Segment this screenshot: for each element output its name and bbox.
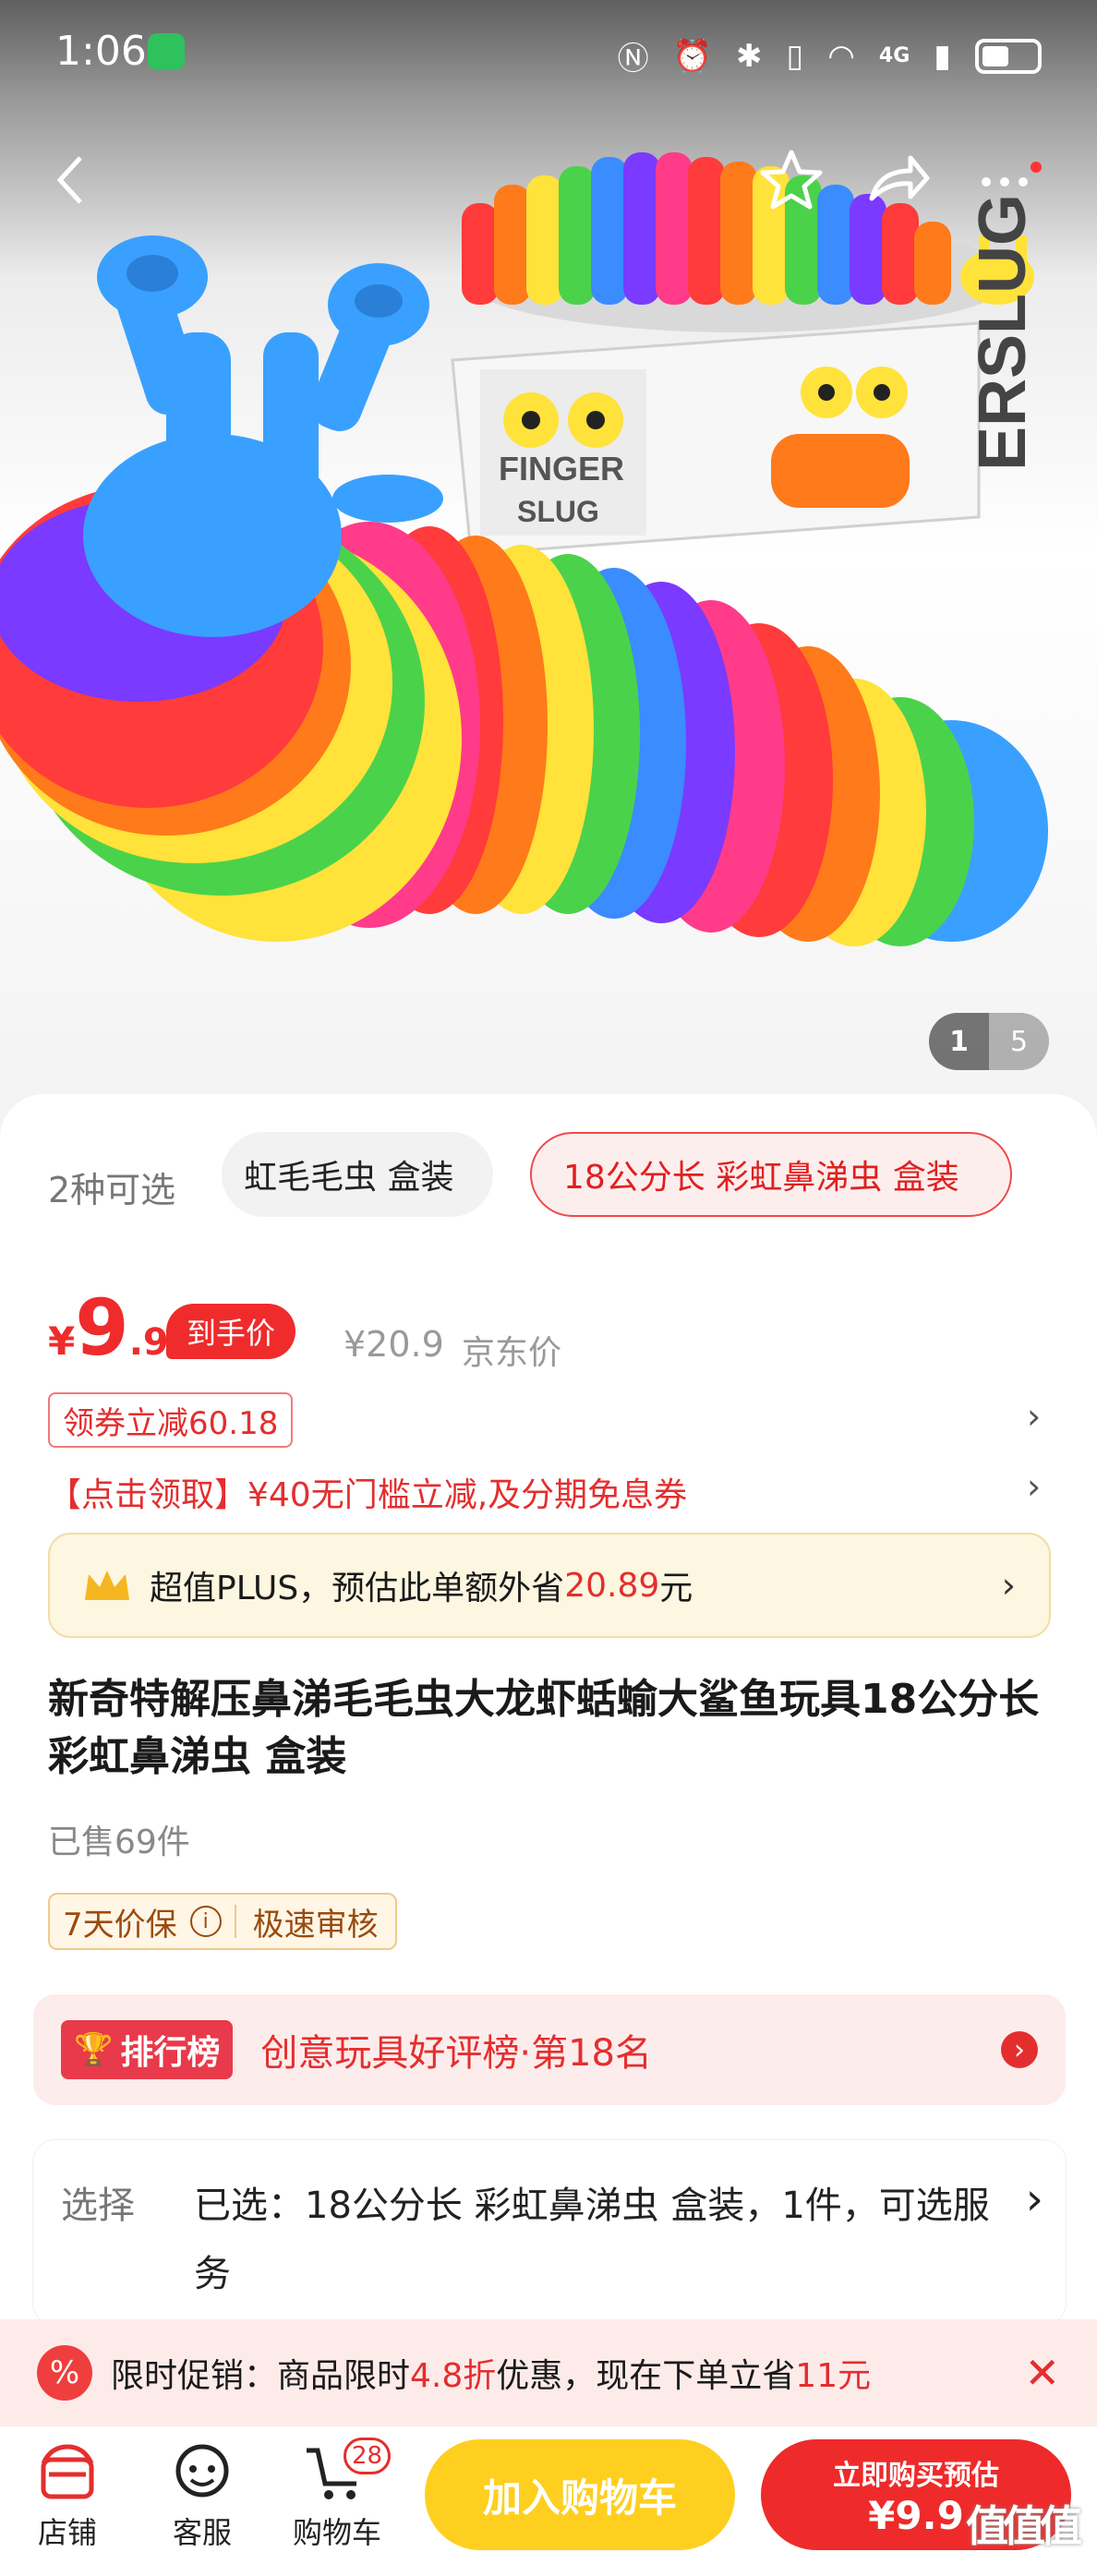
customer-service-button[interactable]: 客服 [151, 2443, 253, 2552]
limited-promo-bar[interactable]: % 限时促销：商品限时 4.8折 优惠，现在下单立省 11元 ✕ [0, 2319, 1097, 2426]
price: ¥ 9 .9 [48, 1289, 169, 1366]
more-icon [982, 162, 1042, 187]
store-icon [41, 2444, 94, 2499]
vibrate-icon: ▯ [786, 37, 804, 75]
service-tags[interactable]: 7天价保 i 极速审核 [48, 1893, 397, 1950]
service-icon [175, 2444, 229, 2498]
status-time: 1:06 [55, 28, 147, 75]
bluetooth-icon: ✱ [736, 37, 763, 75]
coupon-badge[interactable]: 领券立减60.18 [48, 1392, 294, 1448]
buy-now-label: 立即购买预估 [833, 2459, 999, 2492]
plus-savings-bar[interactable]: 超值PLUS，预估此单额外省 20.89 元 › [48, 1533, 1051, 1638]
coupon-chevron-icon[interactable]: › [1027, 1396, 1041, 1437]
price-decimal: .9 [128, 1321, 169, 1364]
promo-discount: 4.8折 [410, 2357, 497, 2395]
coupon-promo-text[interactable]: 【点击领取】¥40无门槛立减,及分期免息券 [48, 1468, 687, 1516]
info-icon[interactable]: i [189, 1906, 222, 1937]
add-to-cart-label: 加入购物车 [482, 2474, 677, 2521]
wechat-icon [148, 33, 185, 70]
pager-total: 5 [1009, 1025, 1029, 1058]
battery-icon [975, 38, 1042, 74]
wifi-icon: ◠ [827, 37, 855, 75]
status-icons: Ⓝ ⏰ ✱ ▯ ◠ 4G ▮ [618, 33, 1042, 78]
svg-text:SLUG: SLUG [517, 495, 599, 528]
plus-chevron-icon: › [1001, 1565, 1016, 1606]
product-title: 新奇特解压鼻涕毛毛虫大龙虾蛞蝓大鲨鱼玩具18公分长 彩虹鼻涕虫 盒装 [48, 1676, 1040, 1780]
selection-row[interactable]: 选择 已选：18公分长 彩虹鼻涕虫 盒装，1件，可选服务 › [33, 2140, 1066, 2325]
product-gallery[interactable]: FINGER SLUG ERSLUG 1 5 [0, 0, 1097, 1108]
ranking-text: 创意玩具好评榜·第18名 [260, 2032, 652, 2075]
ranking-arrow-icon: › [1001, 2031, 1038, 2068]
cart-button[interactable]: 购物车 28 [286, 2438, 392, 2552]
service-label: 客服 [172, 2515, 232, 2550]
watermark: 值值值 [966, 2501, 1082, 2551]
promo-prefix: 限时促销：商品限时 [111, 2357, 411, 2395]
back-button[interactable] [30, 138, 113, 222]
plus-text: 超值PLUS，预估此单额外省 [150, 1570, 565, 1607]
variant-option-1-label: 虹毛毛虫 盒装 [244, 1159, 454, 1197]
small-slug-illustration [462, 152, 1034, 332]
svg-text:ERSLUG: ERSLUG [966, 194, 1040, 471]
share-button[interactable] [857, 138, 940, 222]
more-button[interactable] [968, 138, 1051, 222]
original-price-label: 京东价 [462, 1334, 562, 1372]
fast-review-tag: 极速审核 [252, 1906, 379, 1944]
variant-option-2[interactable]: 18公分长 彩虹鼻涕虫 盒装 [530, 1132, 1012, 1217]
ranking-banner[interactable]: 🏆 排行榜 创意玩具好评榜·第18名 › [33, 1994, 1066, 2105]
ranking-badge-label: 排行榜 [120, 2034, 221, 2072]
promo-chevron-icon[interactable]: › [1027, 1466, 1041, 1507]
variant-option-1[interactable]: 虹毛毛虫 盒装 [222, 1132, 493, 1217]
plus-unit: 元 [659, 1570, 693, 1607]
sold-count: 已售69件 [48, 1824, 190, 1861]
trophy-icon: 🏆 [74, 2031, 114, 2068]
selection-value: 已选：18公分长 彩虹鼻涕虫 盒装，1件，可选服务 [194, 2185, 990, 2295]
coupon-label: 领券立减60.18 [63, 1404, 279, 1442]
add-to-cart-button[interactable]: 加入购物车 [425, 2439, 735, 2550]
selection-chevron-icon: › [1025, 2173, 1043, 2225]
cart-count-badge: 28 [344, 2438, 392, 2474]
back-arrow-icon [56, 156, 82, 204]
original-price: ¥20.9 [344, 1324, 444, 1365]
signal-icon: ▮ [934, 37, 951, 75]
discount-icon: % [37, 2345, 92, 2401]
crown-icon [85, 1571, 129, 1600]
favorite-button[interactable] [750, 138, 833, 222]
promo-close-icon[interactable]: ✕ [1024, 2348, 1060, 2398]
svg-text:FINGER: FINGER [499, 450, 624, 488]
status-bar: 1:06 Ⓝ ⏰ ✱ ▯ ◠ 4G ▮ [0, 0, 1097, 111]
variant-count-label: 2种可选 [48, 1170, 176, 1210]
pager-current: 1 [929, 1013, 989, 1070]
price-protect-tag: 7天价保 [63, 1906, 177, 1944]
share-icon [869, 155, 930, 201]
selection-label: 选择 [61, 2185, 135, 2227]
star-icon [760, 150, 823, 210]
final-price-badge: 到手价 [166, 1304, 296, 1359]
cart-label: 购物车 [292, 2515, 381, 2550]
variant-option-2-label: 18公分长 彩虹鼻涕虫 盒装 [563, 1159, 959, 1197]
ranking-badge: 🏆 排行榜 [61, 2020, 234, 2079]
alarm-icon: ⏰ [672, 37, 713, 75]
nfc-icon: Ⓝ [617, 41, 649, 78]
store-label: 店铺 [37, 2515, 97, 2550]
price-currency: ¥ [48, 1318, 76, 1364]
buy-now-price: ¥9.9 [868, 2492, 964, 2538]
network-label: 4G [878, 44, 910, 67]
promo-save: 11元 [795, 2357, 872, 2395]
plus-amount: 20.89 [564, 1566, 660, 1605]
promo-middle: 优惠，现在下单立省 [496, 2357, 796, 2395]
price-integer: 9 [75, 1282, 129, 1373]
image-pager: 1 5 [929, 1013, 1049, 1070]
store-button[interactable]: 店铺 [17, 2443, 118, 2552]
